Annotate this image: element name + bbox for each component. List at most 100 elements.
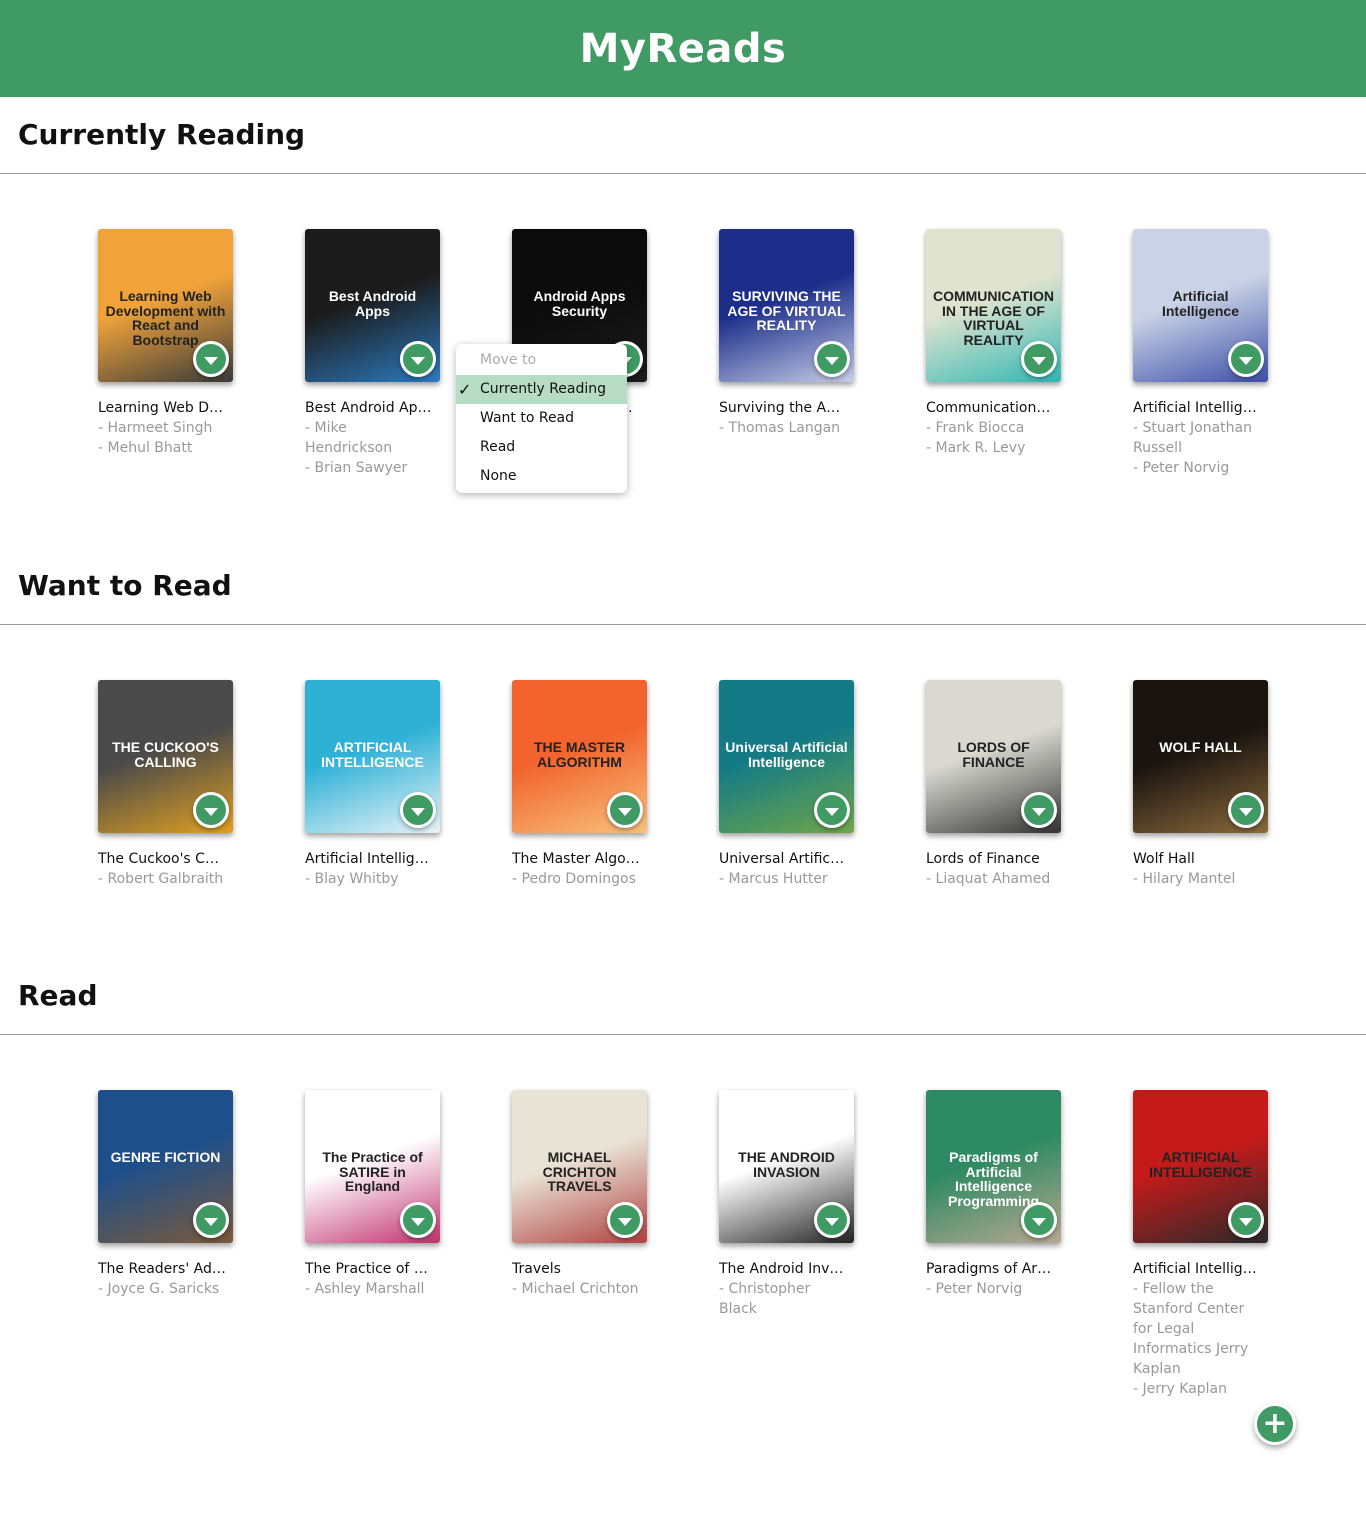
- book-author: Brian Sawyer: [305, 458, 435, 478]
- book-cover-text: COMMUNICATION IN THE AGE OF VIRTUAL REAL…: [932, 288, 1055, 349]
- book-title: The Master Algorithm: [512, 851, 640, 867]
- book-author: Marcus Hutter: [719, 869, 849, 889]
- shelf-changer-button[interactable]: [193, 1202, 229, 1238]
- book-card: GENRE FICTION The Readers' Advisory Guide…: [98, 1090, 238, 1299]
- book-title: The Readers' Advisory Guide to Genre Fic…: [98, 1261, 226, 1277]
- book-cover-text: Best Android Apps: [328, 288, 417, 319]
- shelf-changer-button[interactable]: [400, 341, 436, 377]
- book-cover-text: Paradigms of Artificial Intelligence Pro…: [947, 1149, 1039, 1210]
- shelf-changer-button[interactable]: [814, 792, 850, 828]
- book-authors: Harmeet SinghMehul Bhatt: [98, 418, 228, 458]
- book-author: Mark R. Levy: [926, 438, 1056, 458]
- shelf-changer-button[interactable]: [607, 1202, 643, 1238]
- book-cover-text: ARTIFICIAL INTELLIGENCE: [321, 739, 424, 770]
- book-cover-text: Universal Artificial Intelligence: [725, 739, 848, 770]
- shelf-changer-button[interactable]: [814, 341, 850, 377]
- menu-option-want-to-read[interactable]: Want to Read: [456, 404, 627, 433]
- book-title: The Android Invasion: [719, 1261, 847, 1277]
- shelf-changer-button[interactable]: [400, 792, 436, 828]
- book-authors: Michael Crichton: [512, 1279, 642, 1299]
- book-title: Artificial Intelligence: A Modern Approa…: [1133, 400, 1261, 416]
- book-author: Hilary Mantel: [1133, 869, 1263, 889]
- shelf-changer-button[interactable]: [1228, 1202, 1264, 1238]
- shelf-changer-button[interactable]: [1228, 341, 1264, 377]
- book-cover-text: Android Apps Security: [533, 288, 626, 319]
- menu-option-label: Currently Reading: [480, 381, 607, 397]
- menu-option-none[interactable]: None: [456, 462, 627, 491]
- book-card: THE MASTER ALGORITHM The Master Algorithm…: [512, 680, 652, 889]
- book-card: THE CUCKOO'S CALLING The Cuckoo's Calling…: [98, 680, 238, 889]
- book-card: COMMUNICATION IN THE AGE OF VIRTUAL REAL…: [926, 229, 1066, 458]
- book-cover-text: Learning Web Development with React and …: [105, 288, 226, 349]
- book-author: Michael Crichton: [512, 1279, 642, 1299]
- shelf-changer-button[interactable]: [814, 1202, 850, 1238]
- shelf-title-currently-reading: Currently Reading: [18, 118, 306, 151]
- book-author: Jerry Kaplan: [1133, 1379, 1263, 1399]
- book-author: Joyce G. Saricks: [98, 1279, 228, 1299]
- book-authors: Fellow the Stanford Center for Legal Inf…: [1133, 1279, 1263, 1399]
- book-authors: Joyce G. Saricks: [98, 1279, 228, 1299]
- book-cover-text: The Practice of SATIRE in England: [322, 1149, 423, 1195]
- shelf-changer-button[interactable]: [1021, 341, 1057, 377]
- book-cover-text: Artificial Intelligence: [1161, 288, 1240, 319]
- book-author: Harmeet Singh: [98, 418, 228, 438]
- menu-option-currently-reading[interactable]: ✓ Currently Reading: [456, 375, 627, 404]
- shelf-changer-button[interactable]: [607, 792, 643, 828]
- book-authors: Liaquat Ahamed: [926, 869, 1056, 889]
- book-cover-text: WOLF HALL: [1159, 739, 1242, 755]
- book-cover-text: THE CUCKOO'S CALLING: [112, 739, 219, 770]
- book-authors: Peter Norvig: [926, 1279, 1056, 1299]
- book-author: Mehul Bhatt: [98, 438, 228, 458]
- shelf-divider: [0, 173, 1366, 174]
- book-card: ARTIFICIAL INTELLIGENCE Artificial Intell…: [1133, 1090, 1273, 1399]
- book-author: Thomas Langan: [719, 418, 849, 438]
- book-authors: Frank BioccaMark R. Levy: [926, 418, 1056, 458]
- add-book-button[interactable]: +: [1254, 1403, 1296, 1445]
- book-card: ARTIFICIAL INTELLIGENCE Artificial Intell…: [305, 680, 445, 889]
- menu-option-read[interactable]: Read: [456, 433, 627, 462]
- book-cover-text: ARTIFICIAL INTELLIGENCE: [1149, 1149, 1252, 1180]
- book-authors: Blay Whitby: [305, 869, 435, 889]
- book-cover-text: THE ANDROID INVASION: [738, 1149, 835, 1180]
- book-authors: Thomas Langan: [719, 418, 849, 438]
- book-author: Blay Whitby: [305, 869, 435, 889]
- book-card: THE ANDROID INVASION The Android Invasion…: [719, 1090, 859, 1319]
- book-authors: Mike HendricksonBrian Sawyer: [305, 418, 435, 478]
- menu-option-label: Read: [480, 439, 516, 455]
- book-author: Ashley Marshall: [305, 1279, 435, 1299]
- menu-option-label: Want to Read: [480, 410, 575, 426]
- book-author: Peter Norvig: [1133, 458, 1263, 478]
- book-title: Lords of Finance: [926, 851, 1040, 867]
- book-author: Liaquat Ahamed: [926, 869, 1056, 889]
- plus-icon: +: [1262, 1406, 1288, 1441]
- book-card: LORDS OF FINANCE Lords of Finance Liaquat …: [926, 680, 1066, 889]
- book-title: Artificial Intelligence: [305, 851, 433, 867]
- book-card: Artificial Intelligence Artificial Intell…: [1133, 229, 1273, 478]
- shelf-title-read: Read: [18, 979, 98, 1012]
- shelf-title-want-to-read: Want to Read: [18, 569, 232, 602]
- shelf-changer-button[interactable]: [1228, 792, 1264, 828]
- book-authors: Hilary Mantel: [1133, 869, 1263, 889]
- book-title: Travels: [512, 1261, 561, 1277]
- book-author: Fellow the Stanford Center for Legal Inf…: [1133, 1279, 1263, 1379]
- shelf-changer-button[interactable]: [1021, 792, 1057, 828]
- book-cover-text: LORDS OF FINANCE: [957, 739, 1030, 770]
- shelf-changer-button[interactable]: [400, 1202, 436, 1238]
- book-card: Universal Artificial Intelligence Univers…: [719, 680, 859, 889]
- menu-option-label: None: [480, 468, 517, 484]
- book-authors: Robert Galbraith: [98, 869, 228, 889]
- book-author: Stuart Jonathan Russell: [1133, 418, 1263, 458]
- book-authors: Ashley Marshall: [305, 1279, 435, 1299]
- shelf-changer-button[interactable]: [193, 341, 229, 377]
- book-author: Christopher Black: [719, 1279, 849, 1319]
- shelf-changer-button[interactable]: [1021, 1202, 1057, 1238]
- book-title: Learning Web Development with React and …: [98, 400, 226, 416]
- book-author: Robert Galbraith: [98, 869, 228, 889]
- book-authors: Christopher Black: [719, 1279, 849, 1319]
- app-header: MyReads: [0, 0, 1366, 97]
- book-cover-text: GENRE FICTION: [110, 1149, 221, 1165]
- book-title: Communication in the Age of Virtual Real…: [926, 400, 1054, 416]
- shelf-changer-menu[interactable]: Move to ✓ Currently Reading Want to Read…: [456, 344, 627, 493]
- shelf-changer-button[interactable]: [193, 792, 229, 828]
- book-card: MICHAEL CRICHTON TRAVELS Travels Michael C…: [512, 1090, 652, 1299]
